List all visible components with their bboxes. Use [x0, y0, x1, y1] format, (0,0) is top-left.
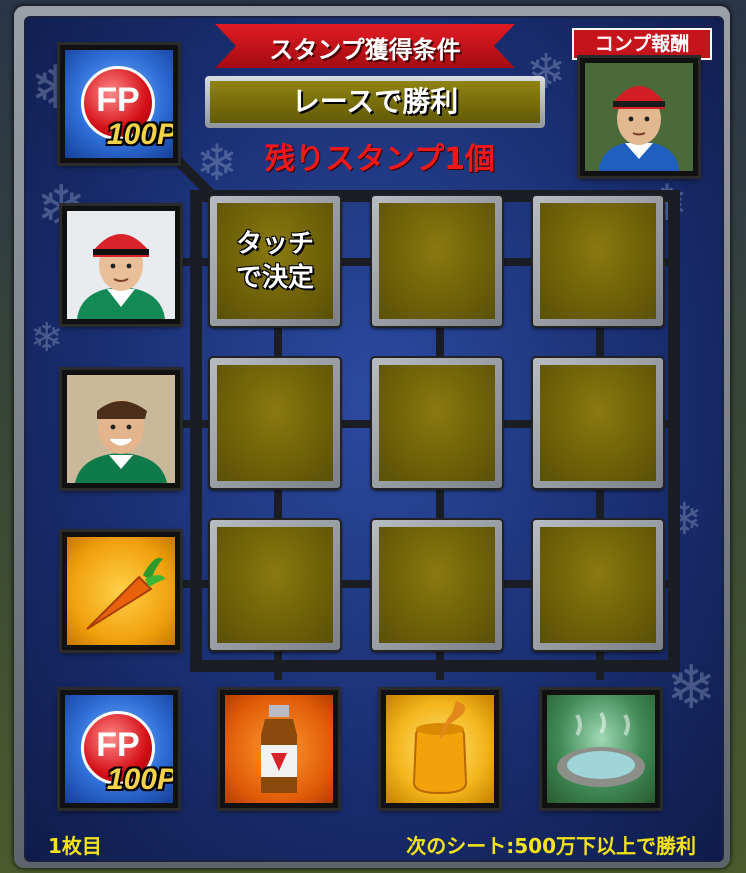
- ribbon-title: スタンプ獲得条件: [269, 36, 461, 64]
- row2-reward-jockey[interactable]: [62, 370, 180, 488]
- col2-reward-honey[interactable]: [381, 690, 499, 808]
- hot-spring-icon: [557, 711, 645, 787]
- row1-reward-jockey[interactable]: [62, 206, 180, 324]
- stamp-cell-2[interactable]: [372, 196, 502, 326]
- col3-reward-hotspring[interactable]: [542, 690, 660, 808]
- complete-reward-label: コンプ報酬: [572, 28, 712, 60]
- row3-reward-carrot[interactable]: [62, 532, 180, 650]
- stamp-sheet-screen: ❄ ❄ ❄ ❄ ❄ ❄ ❄ ❄ スタンプ獲得条件 レースで勝利 残りスタンプ1個…: [0, 0, 746, 873]
- fp-reward-bottom[interactable]: FP 100P: [60, 690, 178, 808]
- condition-text: レースで勝利: [291, 85, 459, 118]
- stamp-cell-5[interactable]: [372, 358, 502, 488]
- stamp-cell-1[interactable]: タッチ で決定: [210, 196, 340, 326]
- touch-to-decide-text: タッチ で決定: [235, 229, 314, 293]
- complete-reward-jockey[interactable]: [580, 58, 698, 176]
- stamp-cell-9[interactable]: [533, 520, 663, 650]
- remaining-stamps: 残りスタンプ1個: [265, 142, 495, 177]
- next-sheet-condition: 次のシート:500万下以上で勝利: [406, 834, 696, 858]
- jockey-portrait-icon: [67, 375, 175, 483]
- fp-reward-top[interactable]: FP 100P: [60, 45, 178, 163]
- fp-points: 100P: [106, 763, 173, 796]
- stamp-condition-ribbon: スタンプ獲得条件: [215, 24, 515, 68]
- stamp-cell-6[interactable]: [533, 358, 663, 488]
- stamp-cell-3[interactable]: [533, 196, 663, 326]
- rail: [190, 660, 680, 672]
- stamp-cell-8[interactable]: [372, 520, 502, 650]
- col1-reward-drink[interactable]: [220, 690, 338, 808]
- honey-jar-icon: [412, 701, 468, 795]
- sheet-number: 1枚目: [48, 834, 102, 858]
- carrot-icon: [86, 557, 165, 630]
- energy-drink-icon: [261, 705, 297, 793]
- jockey-portrait-icon: [585, 63, 693, 171]
- condition-box: レースで勝利: [205, 76, 545, 128]
- stamp-cell-7[interactable]: [210, 520, 340, 650]
- stamp-cell-4[interactable]: [210, 358, 340, 488]
- jockey-portrait-icon: [67, 211, 175, 319]
- snowflake-icon: ❄: [30, 315, 64, 361]
- fp-points: 100P: [106, 118, 173, 151]
